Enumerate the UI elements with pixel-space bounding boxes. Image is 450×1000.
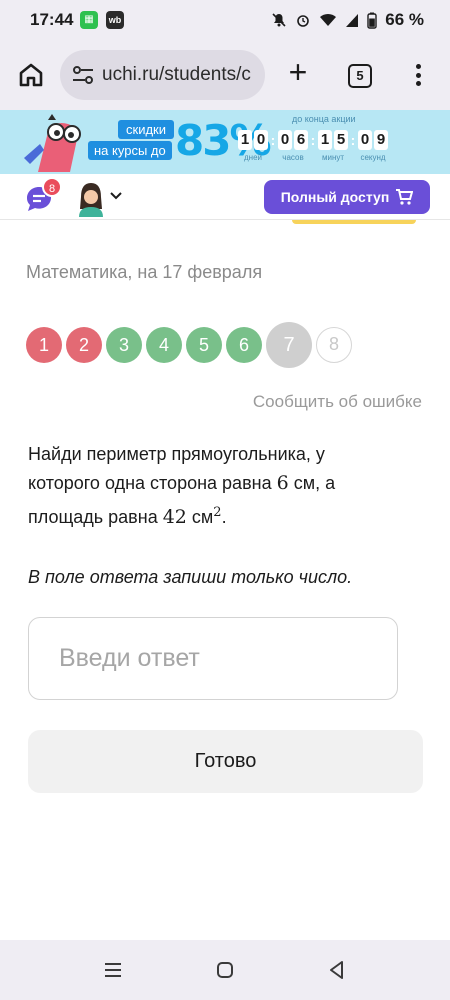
wildberries-app-icon: wb (106, 11, 124, 29)
partially-hidden-button (292, 220, 416, 224)
app-header: 8 Полный доступ (0, 174, 450, 220)
countdown-digit: 1 (318, 130, 332, 150)
chat-badge: 8 (42, 177, 62, 197)
status-time: 17:44 (30, 10, 74, 29)
countdown-caption: до конца акции (292, 114, 356, 124)
task-step-7[interactable]: 7 (266, 322, 312, 368)
home-nav-icon[interactable] (213, 958, 237, 982)
countdown-group: 0 6 часов (278, 130, 308, 162)
done-button[interactable]: Готово (28, 730, 423, 793)
promo-line2: на курсы до (88, 141, 172, 160)
system-navigation-bar (0, 940, 450, 1000)
back-icon[interactable] (325, 958, 349, 982)
browser-menu-button[interactable] (410, 62, 426, 90)
task-step-1[interactable]: 1 (26, 327, 62, 363)
notification-app-icon: ▦ (80, 11, 98, 29)
countdown-digit: 0 (278, 130, 292, 150)
avatar[interactable] (76, 181, 106, 217)
question-text: Найди периметр прямоугольника, у которог… (28, 440, 398, 532)
countdown-separator: : (270, 132, 276, 148)
signal-icon (346, 14, 359, 27)
full-access-label: Полный доступ (280, 189, 390, 205)
countdown-separator: : (310, 132, 316, 148)
alarm-icon (297, 15, 310, 27)
chevron-down-icon[interactable] (110, 192, 122, 200)
countdown-digit: 6 (294, 130, 308, 150)
dinosaur-mascot-icon (24, 114, 81, 172)
area-value: 42 (162, 506, 187, 528)
report-error-link[interactable]: Сообщить об ошибке (253, 392, 422, 412)
countdown-digit: 5 (334, 130, 348, 150)
mute-icon (272, 13, 286, 27)
home-icon[interactable] (16, 60, 46, 90)
countdown-separator: : (350, 132, 356, 148)
countdown-group: 1 0 дней (238, 130, 268, 162)
address-bar[interactable]: uchi.ru/students/c (60, 50, 265, 100)
cart-icon (396, 189, 414, 205)
countdown-digit: 1 (238, 130, 252, 150)
countdown-label: часов (282, 153, 304, 162)
countdown-label: секунд (360, 153, 386, 162)
promo-banner[interactable]: скидки на курсы до 83% до конца акции 10… (0, 110, 450, 174)
url-text: uchi.ru/students/c (102, 64, 251, 85)
side-value: 6 (276, 472, 289, 494)
recent-apps-icon[interactable] (101, 958, 125, 982)
countdown-label: минут (321, 153, 345, 162)
status-bar: 17:44 ▦ wb 66 % (0, 0, 450, 40)
countdown-digit: 0 (254, 130, 268, 150)
countdown-timer: 1 0 дней:0 6 часов:1 5 минут:0 9 секунд (238, 130, 388, 162)
task-step-8[interactable]: 8 (316, 327, 352, 363)
answer-instruction: В поле ответа запиши только число. (28, 567, 353, 587)
promo-line1: скидки (118, 120, 174, 139)
tab-switcher-button[interactable]: 5 (348, 64, 372, 88)
countdown-group: 0 9 секунд (358, 130, 388, 162)
wifi-icon (320, 13, 337, 26)
task-step-2[interactable]: 2 (66, 327, 102, 363)
full-access-button[interactable]: Полный доступ (264, 180, 430, 214)
task-step-6[interactable]: 6 (226, 327, 262, 363)
site-settings-icon[interactable] (72, 65, 94, 85)
battery-icon (367, 12, 377, 29)
area-power: 2 (213, 505, 222, 520)
lesson-title: Математика, на 17 февраля (26, 262, 263, 282)
task-step-4[interactable]: 4 (146, 327, 182, 363)
new-tab-button[interactable]: + (283, 56, 313, 88)
countdown-group: 1 5 минут (318, 130, 348, 162)
countdown-digit: 9 (374, 130, 388, 150)
browser-toolbar: uchi.ru/students/c + 5 (0, 40, 450, 110)
area-unit: см (191, 507, 214, 527)
question-end: . (221, 507, 227, 527)
battery-percent: 66 % (385, 10, 424, 29)
status-icons: 66 % (271, 10, 424, 30)
task-step-3[interactable]: 3 (106, 327, 142, 363)
countdown-label: дней (243, 153, 262, 162)
answer-input[interactable] (28, 617, 398, 700)
task-step-5[interactable]: 5 (186, 327, 222, 363)
countdown-digit: 0 (358, 130, 372, 150)
task-progress: 12345678 (26, 322, 352, 368)
